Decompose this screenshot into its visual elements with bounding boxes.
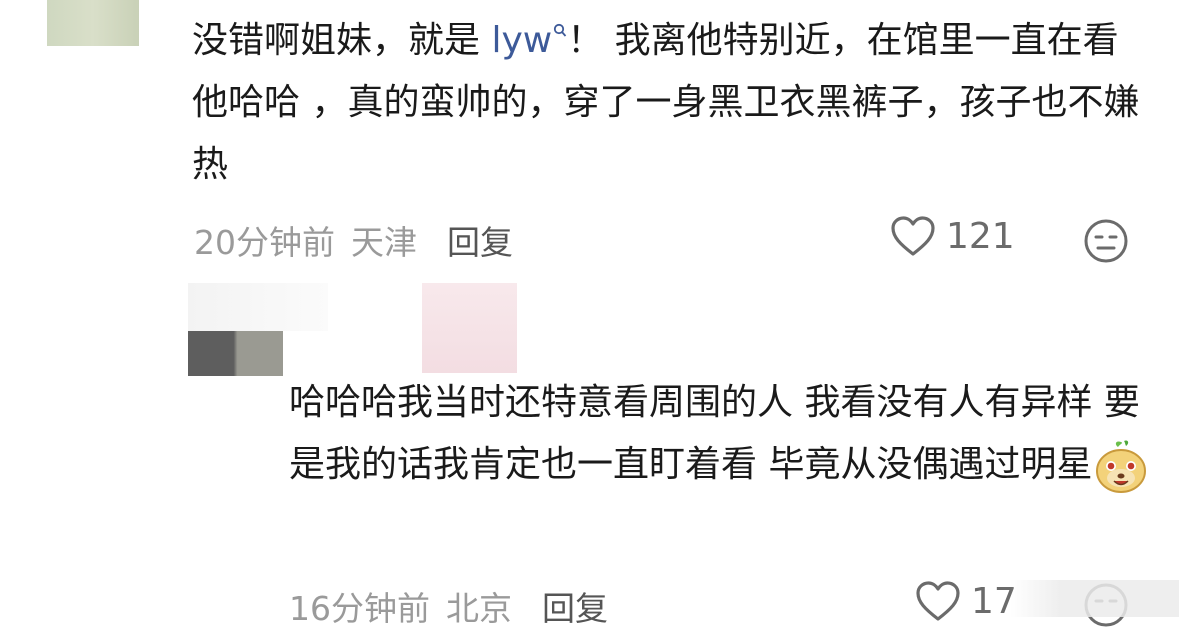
heart-icon: [891, 216, 935, 256]
comment-meta: 20分钟前 天津 回复: [194, 216, 513, 264]
emoji-reaction-icon[interactable]: [1083, 218, 1129, 264]
reply-meta: 16分钟前 北京 回复: [289, 582, 608, 630]
username-blurred-2: [422, 283, 517, 373]
smiling-emoji-sticker: [1096, 440, 1147, 493]
reply-comment-text: 哈哈哈我当时还特意看周围的人 我看没有人有异样 要是我的话我肯定也一直盯着看 毕…: [289, 372, 1149, 496]
like-count: 121: [946, 215, 1015, 257]
search-icon: [554, 23, 567, 37]
reply-button[interactable]: 回复: [447, 223, 513, 262]
mention-link[interactable]: lyw: [491, 20, 567, 61]
username-blurred[interactable]: [188, 283, 328, 331]
comment-text-part: 没错啊姐妹，就是: [192, 20, 492, 61]
like-button-2[interactable]: 17: [915, 580, 1017, 622]
reply-text: 哈哈哈我当时还特意看周围的人 我看没有人有异样 要是我的话我肯定也一直盯着看 毕…: [289, 382, 1140, 485]
reply-time: 16分钟前: [289, 589, 430, 628]
comment-text: 没错啊姐妹，就是 lyw！ 我离他特别近，在馆里一直在看他哈哈 ，真的蛮帅的，穿…: [192, 10, 1152, 196]
mention-name[interactable]: lyw: [491, 20, 552, 61]
like-button[interactable]: 121: [890, 215, 1015, 257]
comment-time: 20分钟前: [194, 223, 335, 262]
reply-location: 北京: [446, 589, 512, 628]
heart-icon: [916, 581, 960, 621]
avatar-blurred[interactable]: [47, 0, 139, 46]
reply-button-2[interactable]: 回复: [542, 589, 608, 628]
avatar-blurred-reply[interactable]: [188, 330, 283, 376]
comment-location: 天津: [351, 223, 417, 262]
watermark-overlay: [1010, 580, 1179, 617]
